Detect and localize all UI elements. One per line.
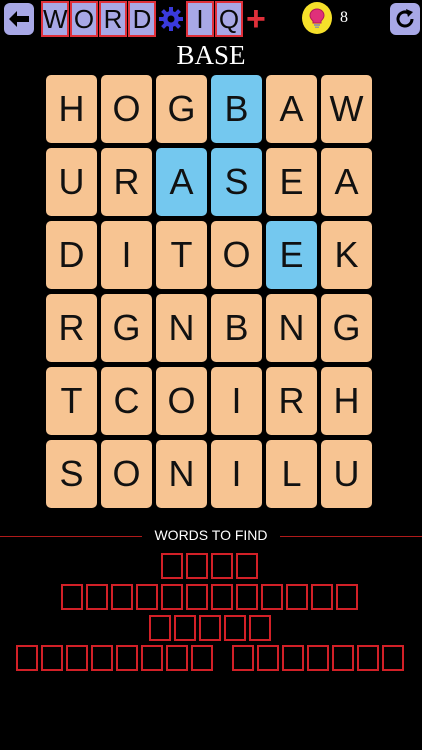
letter-tile[interactable]: L — [266, 440, 317, 508]
letter-tile[interactable]: U — [46, 148, 97, 216]
letter-tile[interactable]: G — [321, 294, 372, 362]
letter-slot — [111, 584, 133, 610]
letter-slot — [261, 584, 283, 610]
letter-tile[interactable]: B — [211, 294, 262, 362]
letter-tile[interactable]: I — [211, 367, 262, 435]
back-arrow-icon — [9, 11, 29, 27]
back-button[interactable] — [4, 3, 34, 35]
letter-tile[interactable]: E — [266, 221, 317, 289]
letter-tile[interactable]: N — [156, 440, 207, 508]
words-to-find-label: WORDS TO FIND — [154, 527, 268, 543]
letter-slot — [248, 615, 271, 641]
letter-tile[interactable]: G — [101, 294, 152, 362]
logo-plus: + — [246, 0, 266, 38]
letter-slot — [40, 645, 63, 671]
logo-letter: W — [41, 1, 69, 37]
letter-slot — [231, 645, 254, 671]
letter-slot — [311, 584, 333, 610]
letter-tile[interactable]: I — [101, 221, 152, 289]
letter-slot — [236, 584, 258, 610]
letter-tile[interactable]: B — [211, 75, 262, 143]
letter-tile[interactable]: O — [101, 75, 152, 143]
letter-tile[interactable]: H — [46, 75, 97, 143]
hint-count: 8 — [340, 9, 348, 26]
letter-slot — [281, 645, 304, 671]
letter-slot — [236, 553, 258, 579]
letter-tile[interactable]: R — [46, 294, 97, 362]
letter-tile[interactable]: T — [46, 367, 97, 435]
letter-tile[interactable]: O — [101, 440, 152, 508]
letter-slot — [90, 645, 113, 671]
letter-grid: HOGBAWURASEADITOEKRGNBNGTCOIRHSONILU — [46, 75, 376, 513]
letter-slot — [161, 553, 183, 579]
logo-letter: Q — [215, 1, 243, 37]
letter-slot — [256, 645, 279, 671]
letter-tile[interactable]: H — [321, 367, 372, 435]
letter-tile[interactable]: O — [211, 221, 262, 289]
letter-tile[interactable]: U — [321, 440, 372, 508]
letter-tile[interactable]: S — [211, 148, 262, 216]
letter-slot — [61, 584, 83, 610]
current-word: BASE — [176, 40, 246, 70]
letter-slot — [65, 645, 88, 671]
gear-icon[interactable] — [157, 3, 185, 35]
letter-slot — [306, 645, 329, 671]
word-slot-row — [0, 615, 422, 641]
lightbulb-icon — [309, 8, 325, 28]
letter-tile[interactable]: N — [156, 294, 207, 362]
letter-slot — [211, 553, 233, 579]
letter-tile[interactable]: R — [101, 148, 152, 216]
letter-slot — [190, 645, 213, 671]
letter-slot — [115, 645, 138, 671]
letter-slot — [165, 645, 188, 671]
letter-slot — [331, 645, 354, 671]
letter-slot — [223, 615, 246, 641]
letter-slot — [173, 615, 196, 641]
letter-tile[interactable]: E — [266, 148, 317, 216]
letter-tile[interactable]: T — [156, 221, 207, 289]
letter-slot — [136, 584, 158, 610]
letter-slot — [186, 553, 208, 579]
app-logo: W O R D I Q + — [41, 0, 266, 38]
letter-tile[interactable]: A — [321, 148, 372, 216]
letter-tile[interactable]: A — [156, 148, 207, 216]
letter-tile[interactable]: W — [321, 75, 372, 143]
letter-slot — [336, 584, 358, 610]
refresh-icon — [396, 9, 414, 28]
letter-tile[interactable]: A — [266, 75, 317, 143]
letter-slot — [356, 645, 379, 671]
refresh-button[interactable] — [390, 3, 420, 35]
letter-slot — [161, 584, 183, 610]
word-slot-row — [0, 584, 422, 610]
letter-tile[interactable]: G — [156, 75, 207, 143]
letter-slot — [140, 645, 163, 671]
letter-slot — [86, 584, 108, 610]
word-slot-row — [0, 645, 422, 671]
letter-slot — [198, 615, 221, 641]
letter-tile[interactable]: C — [101, 367, 152, 435]
letter-tile[interactable]: N — [266, 294, 317, 362]
logo-letter: O — [70, 1, 98, 37]
letter-tile[interactable]: I — [211, 440, 262, 508]
logo-letter: I — [186, 1, 214, 37]
word-slot-row — [0, 553, 422, 579]
letter-tile[interactable]: O — [156, 367, 207, 435]
logo-letter: R — [99, 1, 127, 37]
letter-slot — [381, 645, 404, 671]
letter-slot — [15, 645, 38, 671]
letter-slot — [211, 584, 233, 610]
letter-slot — [286, 584, 308, 610]
letter-tile[interactable]: S — [46, 440, 97, 508]
letter-tile[interactable]: R — [266, 367, 317, 435]
hint-button[interactable] — [302, 2, 332, 34]
logo-letter: D — [128, 1, 156, 37]
letter-slot — [186, 584, 208, 610]
letter-slot — [148, 615, 171, 641]
letter-tile[interactable]: K — [321, 221, 372, 289]
letter-tile[interactable]: D — [46, 221, 97, 289]
